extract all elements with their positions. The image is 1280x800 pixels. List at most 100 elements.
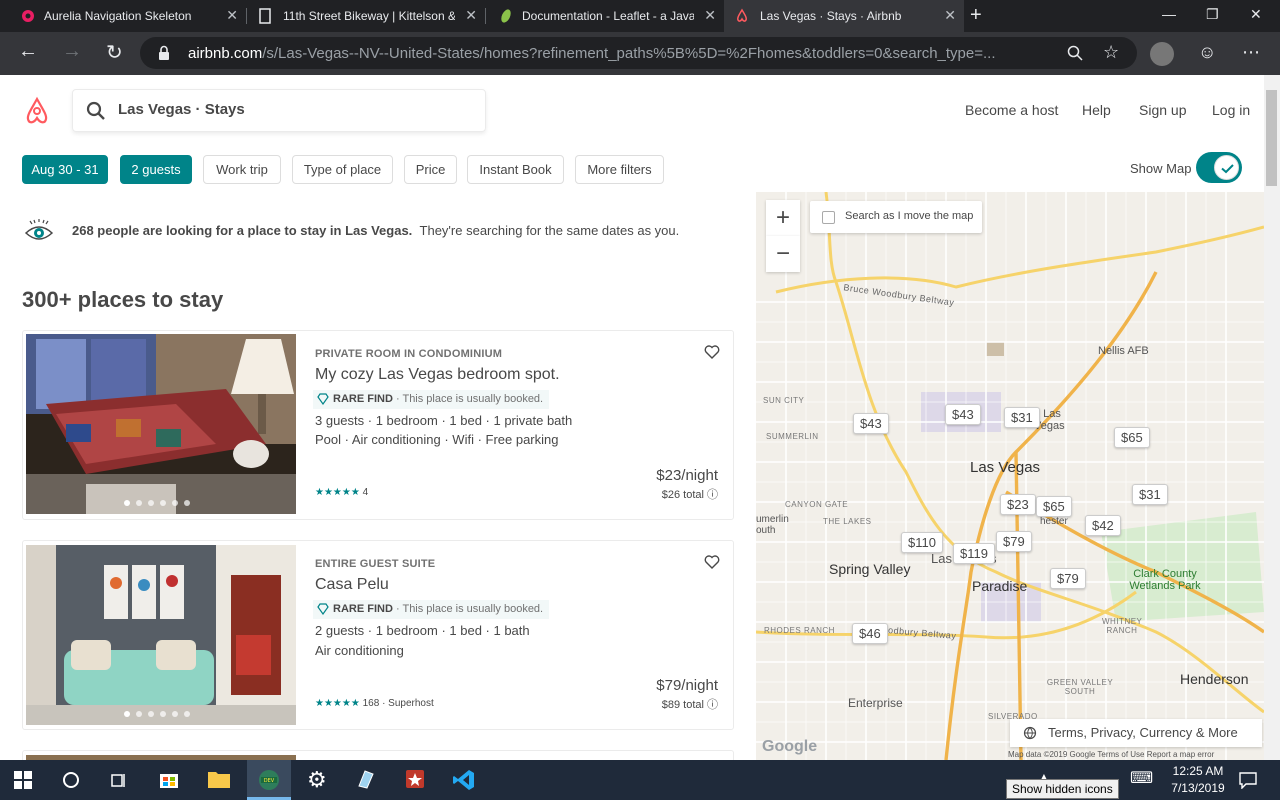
search-as-move-control[interactable]: Search as I move the map: [810, 201, 982, 233]
emoji-feedback-icon[interactable]: ☺: [1198, 42, 1216, 63]
help-link[interactable]: Help: [1082, 102, 1111, 118]
more-menu-icon[interactable]: ⋯: [1242, 42, 1260, 63]
tab-title: Aurelia Navigation Skeleton: [44, 9, 192, 23]
leaf-favicon-icon: [501, 9, 511, 23]
map-price-pin[interactable]: $110: [901, 532, 943, 553]
tab-aurelia[interactable]: Aurelia Navigation Skeleton ✕: [0, 0, 246, 32]
map-label-las-partial: Las: [931, 551, 952, 566]
map-label-henderson: Henderson: [1180, 671, 1249, 687]
diamond-icon: [317, 603, 329, 615]
file-explorer-icon[interactable]: [207, 769, 231, 789]
map-price-pin[interactable]: $65: [1114, 427, 1150, 448]
living-room-photo-image: [26, 545, 296, 725]
store-icon[interactable]: [158, 768, 180, 790]
map-price-pin[interactable]: $79: [996, 531, 1032, 552]
keyboard-icon[interactable]: ⌨: [1130, 768, 1153, 788]
airbnb-logo-icon[interactable]: [22, 96, 52, 126]
close-tab-icon[interactable]: ✕: [226, 7, 238, 24]
work-trip-filter-button[interactable]: Work trip: [203, 155, 281, 184]
log-in-link[interactable]: Log in: [1212, 102, 1250, 118]
map-price-pin[interactable]: $119: [953, 543, 995, 564]
map-label-paradise: Paradise: [972, 578, 1028, 594]
settings-gear-icon[interactable]: ⚙: [307, 767, 327, 793]
photo-carousel-dots[interactable]: [124, 711, 190, 717]
pinned-app-icon[interactable]: [404, 768, 426, 790]
heart-save-icon[interactable]: [704, 344, 720, 360]
listing-name[interactable]: Casa Pelu: [315, 576, 389, 594]
results-title: 300+ places to stay: [22, 287, 224, 312]
minimize-icon[interactable]: —: [1162, 6, 1176, 22]
forward-icon[interactable]: →: [62, 40, 82, 63]
taskbar-clock[interactable]: 12:25 AM 7/13/2019: [1168, 764, 1228, 795]
back-icon[interactable]: ←: [18, 40, 38, 63]
reload-icon[interactable]: ↻: [106, 40, 123, 65]
map-price-pin[interactable]: $79: [1050, 568, 1086, 589]
map-label-sun-city: SUN CITY: [763, 396, 805, 405]
map-label-las-vegas: Las Vegas: [970, 459, 1041, 476]
lock-icon[interactable]: [158, 45, 170, 61]
become-host-link[interactable]: Become a host: [965, 102, 1058, 118]
maximize-icon[interactable]: ❐: [1206, 6, 1219, 23]
rating-stars: ★★★★★ 168 · Superhost: [315, 698, 434, 709]
profile-avatar[interactable]: [1150, 42, 1174, 66]
tab-airbnb[interactable]: Las Vegas · Stays · Airbnb ✕: [724, 0, 964, 32]
new-tab-button[interactable]: +: [970, 4, 982, 27]
close-tab-icon[interactable]: ✕: [704, 7, 716, 24]
zoom-out-button[interactable]: −: [766, 236, 800, 272]
zoom-search-icon[interactable]: [1067, 45, 1083, 61]
tab-leaflet[interactable]: Documentation - Leaflet - a Java ✕: [486, 0, 724, 32]
edge-dev-icon[interactable]: DEV: [257, 768, 281, 792]
more-filters-button[interactable]: More filters: [575, 155, 664, 184]
aurelia-favicon-icon: [22, 10, 34, 22]
sign-up-link[interactable]: Sign up: [1139, 102, 1186, 118]
map-price-pin[interactable]: $46: [852, 623, 888, 644]
map-label-summerlin: SUMMERLIN: [766, 432, 819, 441]
scrollbar-thumb[interactable]: [1266, 90, 1277, 186]
photo-carousel-dots[interactable]: [124, 500, 190, 506]
close-tab-icon[interactable]: ✕: [944, 7, 956, 24]
map-price-pin[interactable]: $43: [853, 413, 889, 434]
type-of-place-filter-button[interactable]: Type of place: [292, 155, 393, 184]
guests-filter-button[interactable]: 2 guests: [120, 155, 192, 184]
map-price-pin[interactable]: $65: [1036, 496, 1072, 517]
url-text[interactable]: airbnb.com/s/Las-Vegas--NV--United-State…: [188, 45, 1048, 62]
close-tab-icon[interactable]: ✕: [465, 7, 477, 24]
snipping-tool-icon[interactable]: [355, 768, 377, 790]
zoom-in-button[interactable]: +: [766, 200, 800, 236]
map-price-pin[interactable]: $23: [1000, 494, 1036, 515]
terms-privacy-button[interactable]: Terms, Privacy, Currency & More: [1010, 719, 1262, 747]
window-close-icon[interactable]: ✕: [1250, 6, 1262, 23]
airbnb-favicon-icon: [737, 8, 747, 22]
tab-title: Las Vegas · Stays · Airbnb: [760, 9, 902, 23]
vscode-icon[interactable]: [452, 768, 476, 792]
tab-bikeway[interactable]: 11th Street Bikeway | Kittelson & ✕: [247, 0, 485, 32]
search-as-move-checkbox[interactable]: [822, 211, 835, 224]
listing-photo[interactable]: [26, 334, 296, 514]
task-view-icon[interactable]: [110, 771, 128, 789]
eye-icon: [24, 219, 54, 240]
listing-photo[interactable]: [26, 545, 296, 725]
listing-name[interactable]: My cozy Las Vegas bedroom spot.: [315, 366, 560, 384]
bedroom-photo-image: [26, 334, 296, 514]
rating-stars: ★★★★★ 4: [315, 487, 369, 498]
listing-price: $79/night: [656, 677, 718, 694]
map-price-pin[interactable]: $31: [1132, 484, 1168, 505]
heart-save-icon[interactable]: [704, 554, 720, 570]
map-price-pin[interactable]: $43: [945, 404, 981, 425]
notification-center-icon[interactable]: [1239, 771, 1257, 789]
map-price-pin[interactable]: $42: [1085, 515, 1121, 536]
map-label-north-las-vegas: h Las Vegas: [1034, 408, 1065, 432]
windows-start-icon[interactable]: [14, 771, 32, 789]
map-label-enterprise: Enterprise: [848, 696, 903, 710]
instant-book-filter-button[interactable]: Instant Book: [467, 155, 564, 184]
checkmark-icon: [1221, 164, 1234, 174]
bookmark-star-icon[interactable]: ☆: [1103, 42, 1119, 63]
price-filter-button[interactable]: Price: [404, 155, 457, 184]
map-price-pin[interactable]: $31: [1004, 407, 1040, 428]
diamond-icon: [317, 393, 329, 405]
search-query[interactable]: Las Vegas · Stays: [118, 101, 245, 118]
listing-amenities: Pool · Air conditioning · Wifi · Free pa…: [315, 432, 559, 447]
dates-filter-button[interactable]: Aug 30 - 31: [22, 155, 108, 184]
cortana-search-icon[interactable]: [62, 771, 80, 789]
map-footer[interactable]: Map data ©2019 Google Terms of Use Repor…: [1008, 750, 1214, 759]
